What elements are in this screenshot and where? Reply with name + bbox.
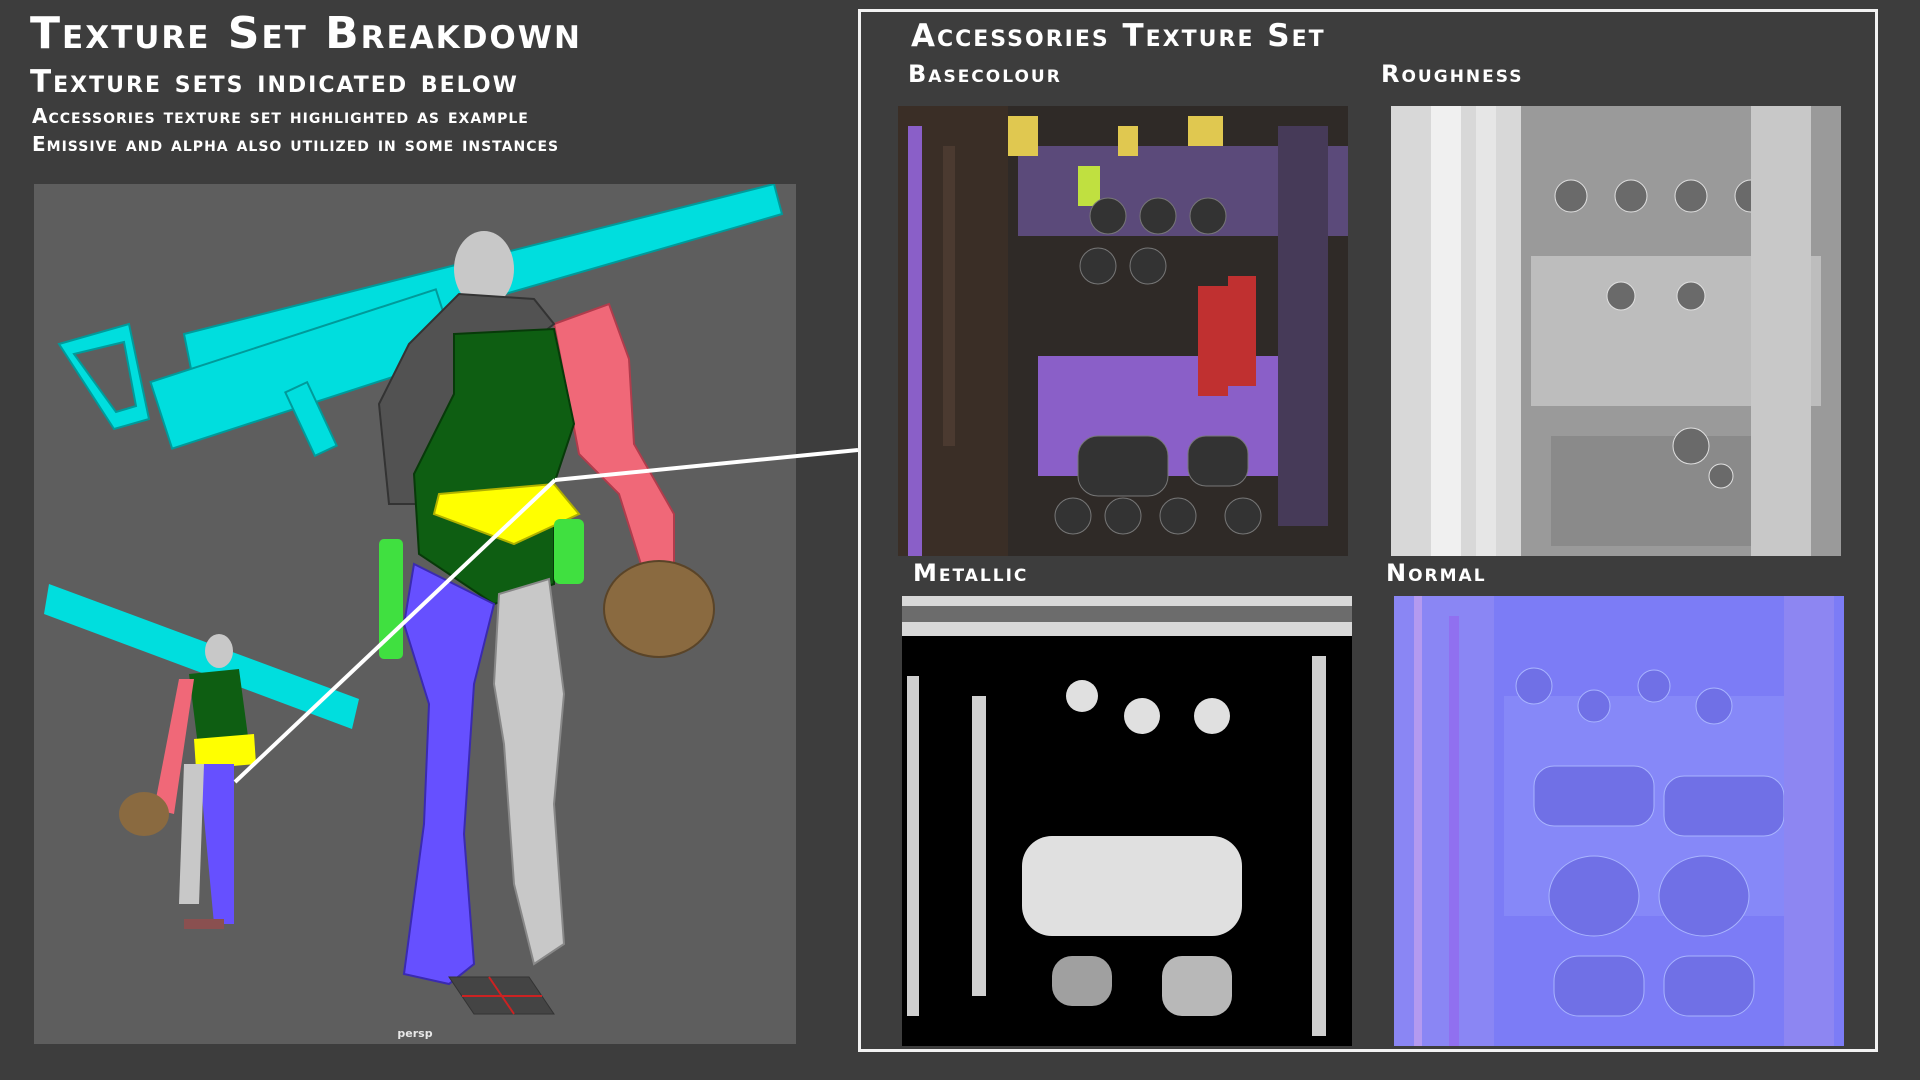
normal-map [1394, 596, 1844, 1046]
map-label-roughness: Roughness [1381, 60, 1524, 88]
map-label-basecolour: Basecolour [908, 60, 1062, 88]
basecolour-map [898, 106, 1348, 556]
roughness-map [1391, 106, 1841, 556]
map-label-metallic: Metallic [913, 559, 1029, 587]
metallic-map [902, 596, 1352, 1046]
map-label-normal: Normal [1386, 559, 1487, 587]
texture-set-panel: Accessories Texture Set Basecolour Rough… [858, 9, 1878, 1052]
panel-title: Accessories Texture Set [911, 18, 1326, 54]
